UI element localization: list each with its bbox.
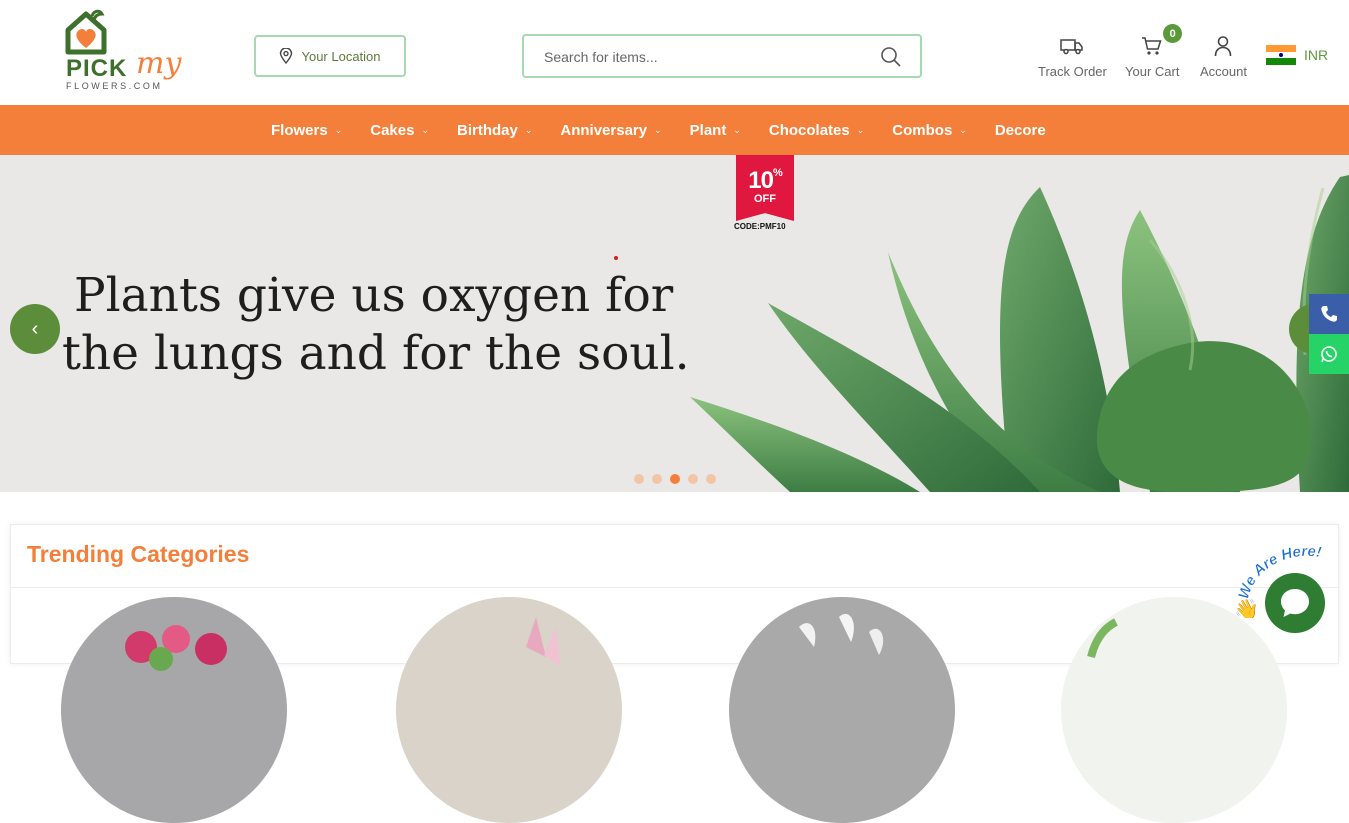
- location-pin-icon: [280, 48, 293, 64]
- nav-item-decore[interactable]: Decore: [995, 122, 1046, 139]
- carousel-dot-active[interactable]: [670, 474, 680, 484]
- promo-off: OFF: [754, 193, 776, 205]
- main-nav: Flowers ⌄ Cakes ⌄ Birthday ⌄ Anniversary ⌄ P…: [0, 105, 1349, 155]
- carousel-dot[interactable]: [634, 474, 644, 484]
- category-thumbnail[interactable]: [1061, 597, 1287, 823]
- chat-button[interactable]: [1265, 573, 1325, 633]
- account-button[interactable]: Account: [1200, 34, 1247, 79]
- logo-subtitle: FLOWERS.COM: [66, 81, 163, 91]
- chevron-down-icon: ⌄: [654, 124, 662, 135]
- chevron-down-icon: ⌄: [959, 124, 967, 135]
- phone-icon: [1321, 306, 1337, 322]
- roses-image: [125, 625, 227, 671]
- nav-item-plant[interactable]: Plant ⌄: [690, 122, 741, 139]
- nav-item-label: Anniversary: [560, 121, 648, 139]
- whatsapp-icon: [1321, 346, 1337, 363]
- logo-accent: my: [136, 46, 182, 81]
- nav-item-flowers[interactable]: Flowers ⌄: [271, 122, 342, 139]
- track-order-button[interactable]: Track Order: [1038, 34, 1107, 79]
- call-button[interactable]: [1309, 294, 1349, 334]
- nav-item-label: Flowers: [271, 121, 328, 139]
- carousel-prev-button[interactable]: ‹: [10, 304, 60, 354]
- category-thumbnail[interactable]: [61, 597, 287, 823]
- logo-house-icon: [65, 9, 107, 55]
- hero-banner[interactable]: Plants give us oxygen for the lungs and …: [0, 155, 1349, 492]
- nav-item-label: Birthday: [456, 121, 518, 139]
- trending-categories-section: Trending Categories: [10, 524, 1340, 823]
- cart-icon: [1142, 37, 1162, 55]
- promo-percent: 10: [748, 167, 774, 194]
- search-input[interactable]: [544, 46, 864, 68]
- whatsapp-button[interactable]: [1309, 334, 1349, 374]
- nav-item-label: Combos: [892, 121, 953, 139]
- location-button[interactable]: Your Location: [254, 35, 406, 77]
- location-label: Your Location: [301, 48, 381, 64]
- chat-bubble-icon: [1281, 589, 1309, 617]
- nav-item-cakes[interactable]: Cakes ⌄: [370, 122, 429, 139]
- cart-count-badge: 0: [1163, 24, 1183, 43]
- chevron-down-icon: ⌄: [733, 124, 741, 135]
- search-icon[interactable]: [880, 46, 902, 68]
- nav-item-label: Chocolates: [768, 121, 850, 139]
- search-bar: [522, 34, 922, 78]
- nav-item-label: Cakes: [370, 121, 415, 139]
- section-divider: [11, 587, 1340, 588]
- carousel-dot[interactable]: [706, 474, 716, 484]
- cart-label: Your Cart: [1125, 64, 1180, 79]
- track-order-label: Track Order: [1038, 64, 1107, 79]
- category-thumbnail[interactable]: [396, 597, 622, 823]
- site-header: PICK my FLOWERS.COM Your Location Track …: [0, 0, 1349, 105]
- nav-item-label: Plant: [689, 121, 727, 139]
- nav-item-birthday[interactable]: Birthday ⌄: [457, 122, 532, 139]
- decorative-dot: [614, 256, 618, 260]
- promo-percent-sign: %: [772, 167, 783, 179]
- chevron-down-icon: ⌄: [334, 124, 343, 135]
- chevron-left-icon: ‹: [31, 317, 39, 340]
- discount-promo: 10% OFF CODE:PMF10: [734, 155, 794, 233]
- chevron-down-icon: ⌄: [421, 124, 429, 135]
- nav-menu: Flowers ⌄ Cakes ⌄ Birthday ⌄ Anniversary ⌄ P…: [271, 105, 1074, 155]
- peace-lily-image: [799, 613, 884, 655]
- waving-hand-icon: 👋: [1234, 598, 1259, 618]
- nav-item-chocolates[interactable]: Chocolates ⌄: [769, 122, 864, 139]
- discount-tag: 10% OFF: [736, 155, 794, 221]
- site-logo[interactable]: PICK my FLOWERS.COM: [64, 8, 189, 98]
- banner-headline: Plants give us oxygen for the lungs and …: [62, 267, 690, 383]
- truck-icon: [1060, 39, 1084, 55]
- chevron-down-icon: ⌄: [856, 124, 865, 135]
- nav-item-label: Decore: [994, 121, 1046, 139]
- lilies-image: [526, 617, 561, 667]
- plant-image: [1087, 618, 1118, 659]
- currency-label: INR: [1304, 47, 1329, 63]
- carousel-dot[interactable]: [688, 474, 698, 484]
- cart-button[interactable]: 0 Your Cart: [1125, 24, 1183, 79]
- banner-line-1: Plants give us oxygen for: [74, 268, 674, 323]
- chevron-down-icon: ⌄: [524, 124, 533, 135]
- category-thumbnail[interactable]: [729, 597, 955, 823]
- account-label: Account: [1200, 64, 1247, 79]
- section-title: Trending Categories: [27, 541, 250, 567]
- promo-code: CODE:PMF10: [734, 222, 786, 231]
- nav-item-combos[interactable]: Combos ⌄: [892, 122, 967, 139]
- india-flag-icon: [1266, 45, 1296, 66]
- currency-selector[interactable]: INR: [1266, 45, 1329, 66]
- carousel-dots: [634, 474, 716, 484]
- logo-wordmark: PICK: [66, 55, 128, 82]
- carousel-dot[interactable]: [652, 474, 662, 484]
- banner-line-2: the lungs and for the soul.: [62, 326, 690, 381]
- user-icon: [1215, 36, 1232, 57]
- nav-item-anniversary[interactable]: Anniversary ⌄: [560, 122, 661, 139]
